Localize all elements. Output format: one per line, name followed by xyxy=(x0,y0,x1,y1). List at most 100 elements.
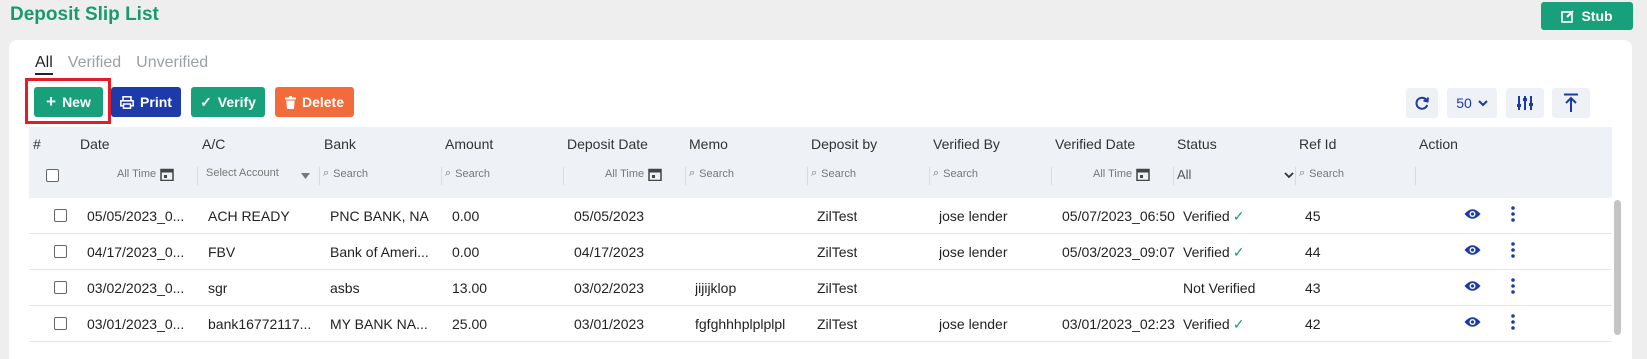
date-filter-label: All Time xyxy=(117,168,157,180)
ref-id-search-placeholder: Search xyxy=(1309,167,1345,180)
filter-divider xyxy=(807,167,808,185)
col-bank[interactable]: Bank xyxy=(324,136,356,152)
row-status: Not Verified xyxy=(1183,280,1255,296)
verified-date-filter-label: All Time xyxy=(1093,168,1133,180)
table-row[interactable]: 04/17/2023_0... FBV Bank of Ameri... 0.0… xyxy=(29,234,1612,270)
stub-button[interactable]: Stub xyxy=(1541,2,1633,30)
calendar-icon xyxy=(160,168,174,181)
eye-icon[interactable] xyxy=(1464,280,1481,292)
eye-icon[interactable] xyxy=(1464,316,1481,328)
verified-date-filter[interactable]: All Time xyxy=(1093,167,1150,181)
col-deposit-date[interactable]: Deposit Date xyxy=(567,136,648,152)
table-row[interactable]: 03/01/2023_0... bank16772117... MY BANK … xyxy=(29,306,1612,342)
row-account: sgr xyxy=(208,280,228,296)
export-button[interactable] xyxy=(1552,88,1590,118)
col-account[interactable]: A/C xyxy=(202,136,225,152)
row-deposit-by: ZilTest xyxy=(817,316,858,332)
more-vertical-icon[interactable] xyxy=(1511,278,1515,294)
date-filter[interactable]: All Time xyxy=(117,167,174,181)
select-all-checkbox[interactable] xyxy=(46,169,59,182)
row-status-label: Verified xyxy=(1183,244,1230,260)
more-vertical-icon[interactable] xyxy=(1511,314,1515,330)
row-ref-id: 42 xyxy=(1305,316,1321,332)
eye-icon[interactable] xyxy=(1464,208,1481,220)
row-status-label: Not Verified xyxy=(1183,280,1256,296)
col-action: Action xyxy=(1419,136,1458,152)
check-icon: ✓ xyxy=(200,93,212,110)
row-status: Verified ✓ xyxy=(1183,316,1244,333)
refresh-button[interactable] xyxy=(1406,88,1438,118)
filter-divider xyxy=(1295,167,1296,185)
row-checkbox[interactable] xyxy=(54,245,67,258)
check-icon: ✓ xyxy=(1232,316,1245,332)
col-ref-id[interactable]: Ref Id xyxy=(1299,136,1336,152)
tab-all[interactable]: All xyxy=(35,54,53,75)
ref-id-search[interactable]: ⌕ Search xyxy=(1299,167,1344,180)
col-verified-by[interactable]: Verified By xyxy=(933,136,1000,152)
search-icon: ⌕ xyxy=(933,167,940,179)
row-status: Verified ✓ xyxy=(1183,208,1244,225)
tab-verified[interactable]: Verified xyxy=(68,54,121,75)
row-deposit-by: ZilTest xyxy=(817,208,858,224)
col-date[interactable]: Date xyxy=(80,136,110,152)
bank-search[interactable]: ⌕ Search xyxy=(323,167,368,180)
col-deposit-by[interactable]: Deposit by xyxy=(811,136,877,152)
row-checkbox[interactable] xyxy=(54,317,67,330)
row-deposit-date: 04/17/2023 xyxy=(574,244,645,260)
row-deposit-by: ZilTest xyxy=(817,280,858,296)
row-deposit-date: 03/02/2023 xyxy=(574,280,645,296)
row-account: ACH READY xyxy=(208,208,290,224)
table-row[interactable]: 05/05/2023_0... ACH READY PNC BANK, NA 0… xyxy=(29,198,1612,234)
account-filter[interactable]: Select Account xyxy=(206,167,279,179)
col-verified-date[interactable]: Verified Date xyxy=(1055,136,1135,152)
row-deposit-by: ZilTest xyxy=(817,244,858,260)
column-settings-button[interactable] xyxy=(1506,88,1544,118)
deposit-slip-card: All Verified Unverified + New Print ✓ Ve… xyxy=(9,40,1632,359)
eye-icon[interactable] xyxy=(1464,244,1481,256)
verified-by-search[interactable]: ⌕ Search xyxy=(933,167,978,180)
row-checkbox[interactable] xyxy=(54,209,67,222)
calendar-icon xyxy=(648,168,662,181)
deposit-by-search[interactable]: ⌕ Search xyxy=(811,167,856,180)
deposit-date-filter[interactable]: All Time xyxy=(605,167,662,181)
status-filter[interactable]: All xyxy=(1177,167,1191,182)
col-memo[interactable]: Memo xyxy=(689,136,728,152)
search-icon: ⌕ xyxy=(689,167,696,179)
row-checkbox[interactable] xyxy=(54,281,67,294)
row-ref-id: 44 xyxy=(1305,244,1321,260)
vertical-scrollbar[interactable] xyxy=(1614,200,1621,335)
new-button[interactable]: + New xyxy=(34,87,103,117)
col-amount[interactable]: Amount xyxy=(445,136,493,152)
verified-by-search-placeholder: Search xyxy=(943,167,979,180)
filter-divider xyxy=(319,167,320,185)
tab-unverified[interactable]: Unverified xyxy=(136,54,208,75)
row-amount: 25.00 xyxy=(452,316,488,332)
check-icon: ✓ xyxy=(1232,244,1245,260)
deposit-date-filter-label: All Time xyxy=(605,168,645,180)
row-verified-date: 05/03/2023_09:07 xyxy=(1062,244,1175,260)
col-status[interactable]: Status xyxy=(1177,136,1217,152)
row-verified-date: 05/07/2023_06:50 xyxy=(1062,208,1175,224)
deposit-by-search-placeholder: Search xyxy=(821,167,857,180)
row-status: Verified ✓ xyxy=(1183,244,1244,261)
plus-icon: + xyxy=(46,92,57,111)
memo-search[interactable]: ⌕ Search xyxy=(689,167,734,180)
printer-icon xyxy=(120,95,134,109)
amount-search[interactable]: ⌕ Search xyxy=(445,167,490,180)
col-index: # xyxy=(33,136,41,152)
search-icon: ⌕ xyxy=(1299,167,1306,179)
search-icon: ⌕ xyxy=(323,167,330,179)
more-vertical-icon[interactable] xyxy=(1511,242,1515,258)
filter-divider xyxy=(685,167,686,185)
delete-button[interactable]: Delete xyxy=(275,87,354,117)
print-button[interactable]: Print xyxy=(111,87,181,117)
row-ref-id: 43 xyxy=(1305,280,1321,296)
row-deposit-date: 03/01/2023 xyxy=(574,316,645,332)
verify-button[interactable]: ✓ Verify xyxy=(191,87,265,117)
refresh-icon xyxy=(1415,96,1429,110)
page-size-select[interactable]: 50 xyxy=(1447,88,1497,118)
row-ref-id: 45 xyxy=(1305,208,1321,224)
table-row[interactable]: 03/02/2023_0... sgr asbs 13.00 03/02/202… xyxy=(29,270,1612,306)
more-vertical-icon[interactable] xyxy=(1511,206,1515,222)
row-bank: MY BANK NA... xyxy=(330,316,428,332)
